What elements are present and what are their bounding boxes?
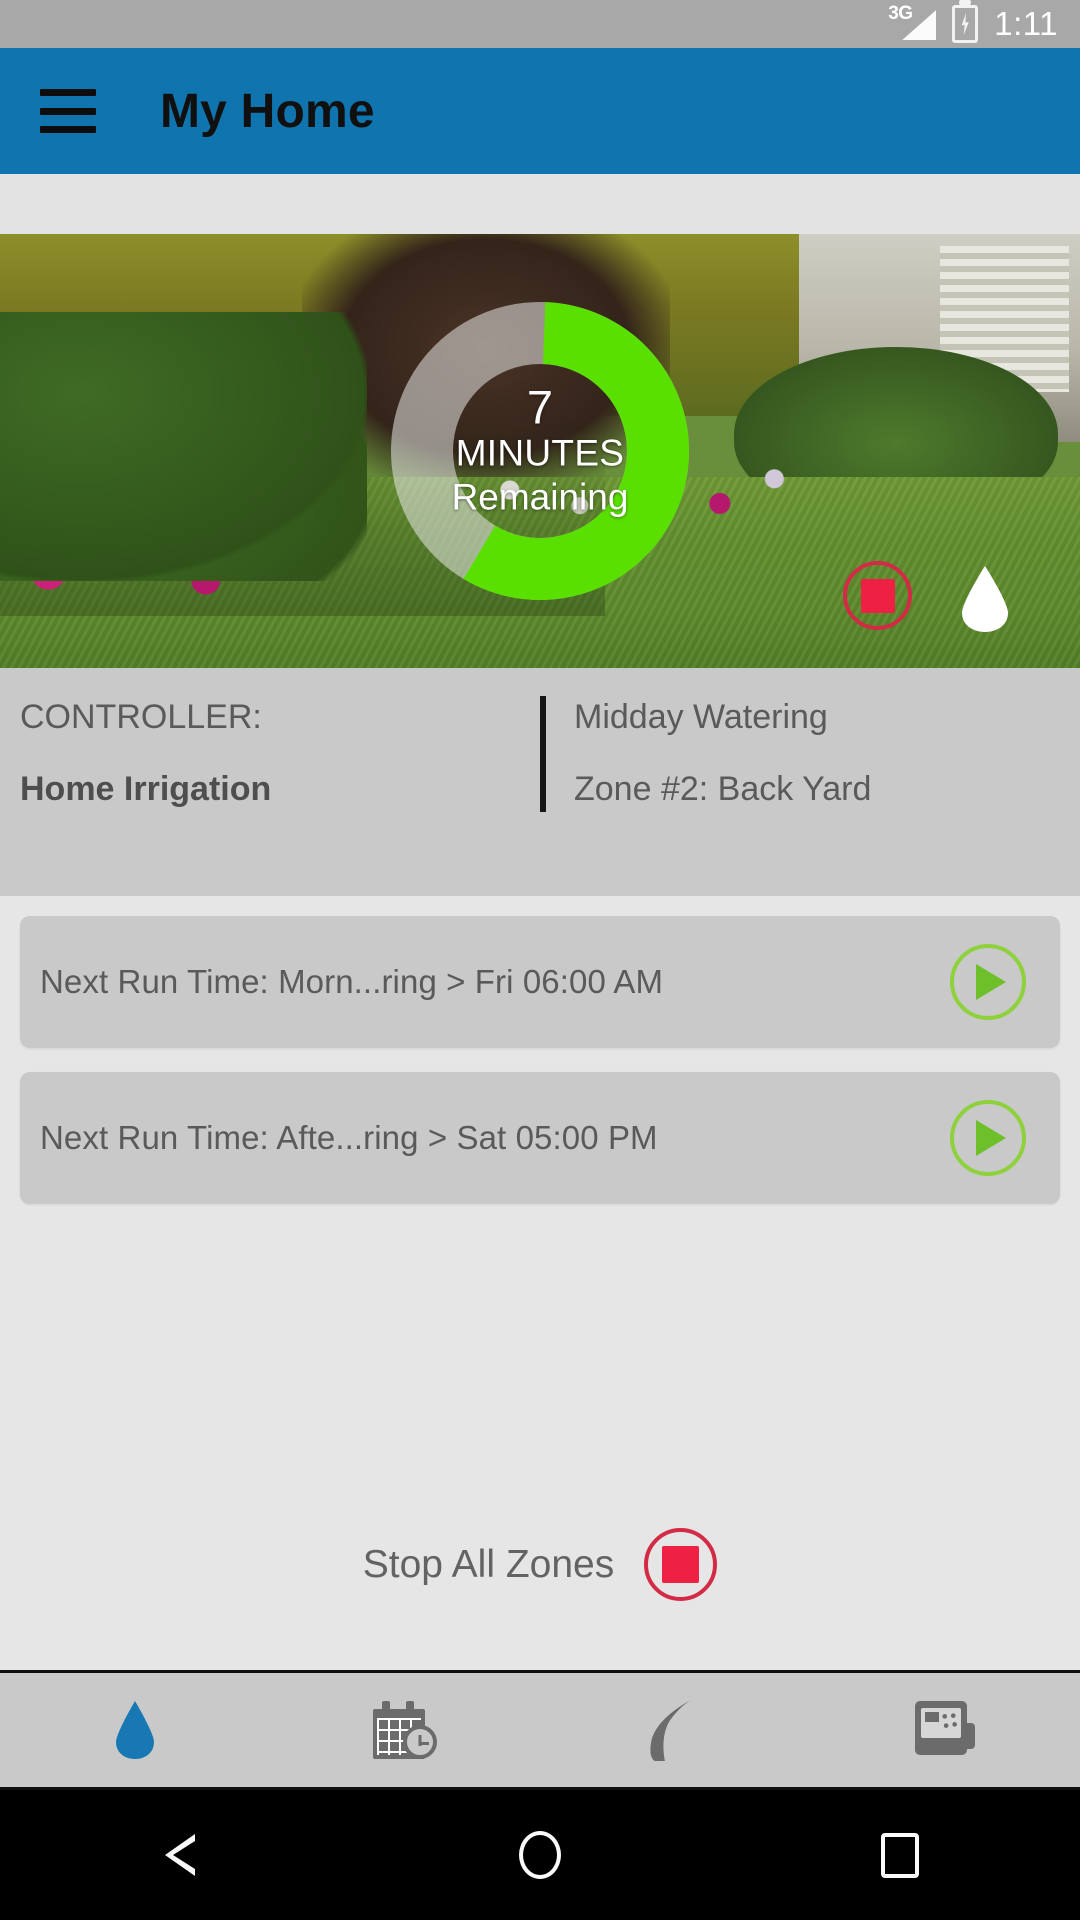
next-run-time-row[interactable]: Next Run Time: Afte...ring > Sat 05:00 P…	[20, 1072, 1060, 1204]
progress-ring-svg	[391, 301, 689, 600]
calendar-clock-icon	[373, 1701, 437, 1759]
leaf-icon	[649, 1699, 701, 1761]
battery-charging-icon	[952, 5, 979, 43]
next-run-time-label: Next Run Time: Afte...ring > Sat 05:00 P…	[40, 1119, 658, 1156]
next-run-time-label: Next Run Time: Morn...ring > Fri 06:00 A…	[40, 963, 664, 1000]
controller-name: Home Irrigation	[20, 770, 272, 808]
water-drop-shape	[962, 566, 1008, 632]
android-recents-button[interactable]	[720, 1832, 1080, 1878]
program-name: Midday Watering	[574, 698, 828, 736]
status-bar-icons: 3G 1:11	[888, 4, 1058, 44]
next-run-time-list: Next Run Time: Morn...ring > Fri 06:00 A…	[0, 896, 1080, 1204]
hamburger-line	[40, 126, 96, 133]
hamburger-line	[40, 89, 96, 96]
play-triangle-icon	[976, 964, 1006, 1000]
play-triangle-icon	[976, 1120, 1006, 1156]
hero-banner: 7 MINUTES Remaining	[0, 234, 1080, 668]
network-type-label: 3G	[888, 3, 913, 24]
stop-all-zones-button[interactable]	[644, 1528, 718, 1601]
status-bar-clock: 1:11	[994, 5, 1058, 42]
status-bar: 3G 1:11	[0, 0, 1080, 48]
battery-bolt	[961, 13, 969, 35]
controller-info-left: CONTROLLER: Home Irrigation	[0, 700, 540, 806]
controller-info-divider	[540, 696, 546, 812]
controller-info-panel: CONTROLLER: Home Irrigation Midday Water…	[0, 668, 1080, 896]
water-drop-icon	[116, 1701, 154, 1759]
zone-name: Zone #2: Back Yard	[574, 770, 872, 808]
square-recents-icon	[881, 1832, 919, 1878]
app-bar-shadow-strip	[0, 174, 1080, 234]
controller-label: CONTROLLER:	[20, 698, 262, 736]
signal-bars-icon: 3G	[888, 3, 937, 44]
tab-schedule[interactable]	[270, 1673, 540, 1787]
controller-info-right: Midday Watering Zone #2: Back Yard	[540, 700, 871, 806]
triangle-back-icon	[165, 1834, 195, 1876]
hero-stop-zone-button[interactable]	[843, 561, 912, 630]
hamburger-menu-icon[interactable]	[40, 89, 96, 133]
hero-water-drop-icon[interactable]	[962, 566, 1008, 632]
stop-square-icon	[860, 578, 895, 613]
android-home-button[interactable]	[360, 1831, 720, 1879]
tab-watering[interactable]	[0, 1673, 270, 1787]
android-back-button[interactable]	[0, 1834, 360, 1876]
tab-seasonal[interactable]	[540, 1673, 810, 1787]
circle-home-icon	[519, 1831, 561, 1879]
tab-controller[interactable]	[810, 1673, 1080, 1787]
stop-all-zones-label: Stop All Zones	[362, 1542, 615, 1586]
next-run-time-row[interactable]: Next Run Time: Morn...ring > Fri 06:00 A…	[20, 916, 1060, 1048]
watering-progress-ring: 7 MINUTES Remaining	[387, 298, 693, 604]
app-bar: My Home	[0, 48, 1080, 174]
run-now-play-button[interactable]	[950, 944, 1026, 1020]
bottom-tab-bar	[0, 1670, 1080, 1790]
run-now-play-button[interactable]	[950, 1100, 1026, 1176]
page-title: My Home	[160, 84, 375, 138]
hamburger-line	[40, 107, 96, 115]
stop-all-zones-control[interactable]: Stop All Zones	[0, 1528, 1080, 1601]
android-navigation-bar	[0, 1790, 1080, 1920]
stop-square-icon	[662, 1546, 700, 1583]
controller-device-icon	[915, 1701, 975, 1759]
